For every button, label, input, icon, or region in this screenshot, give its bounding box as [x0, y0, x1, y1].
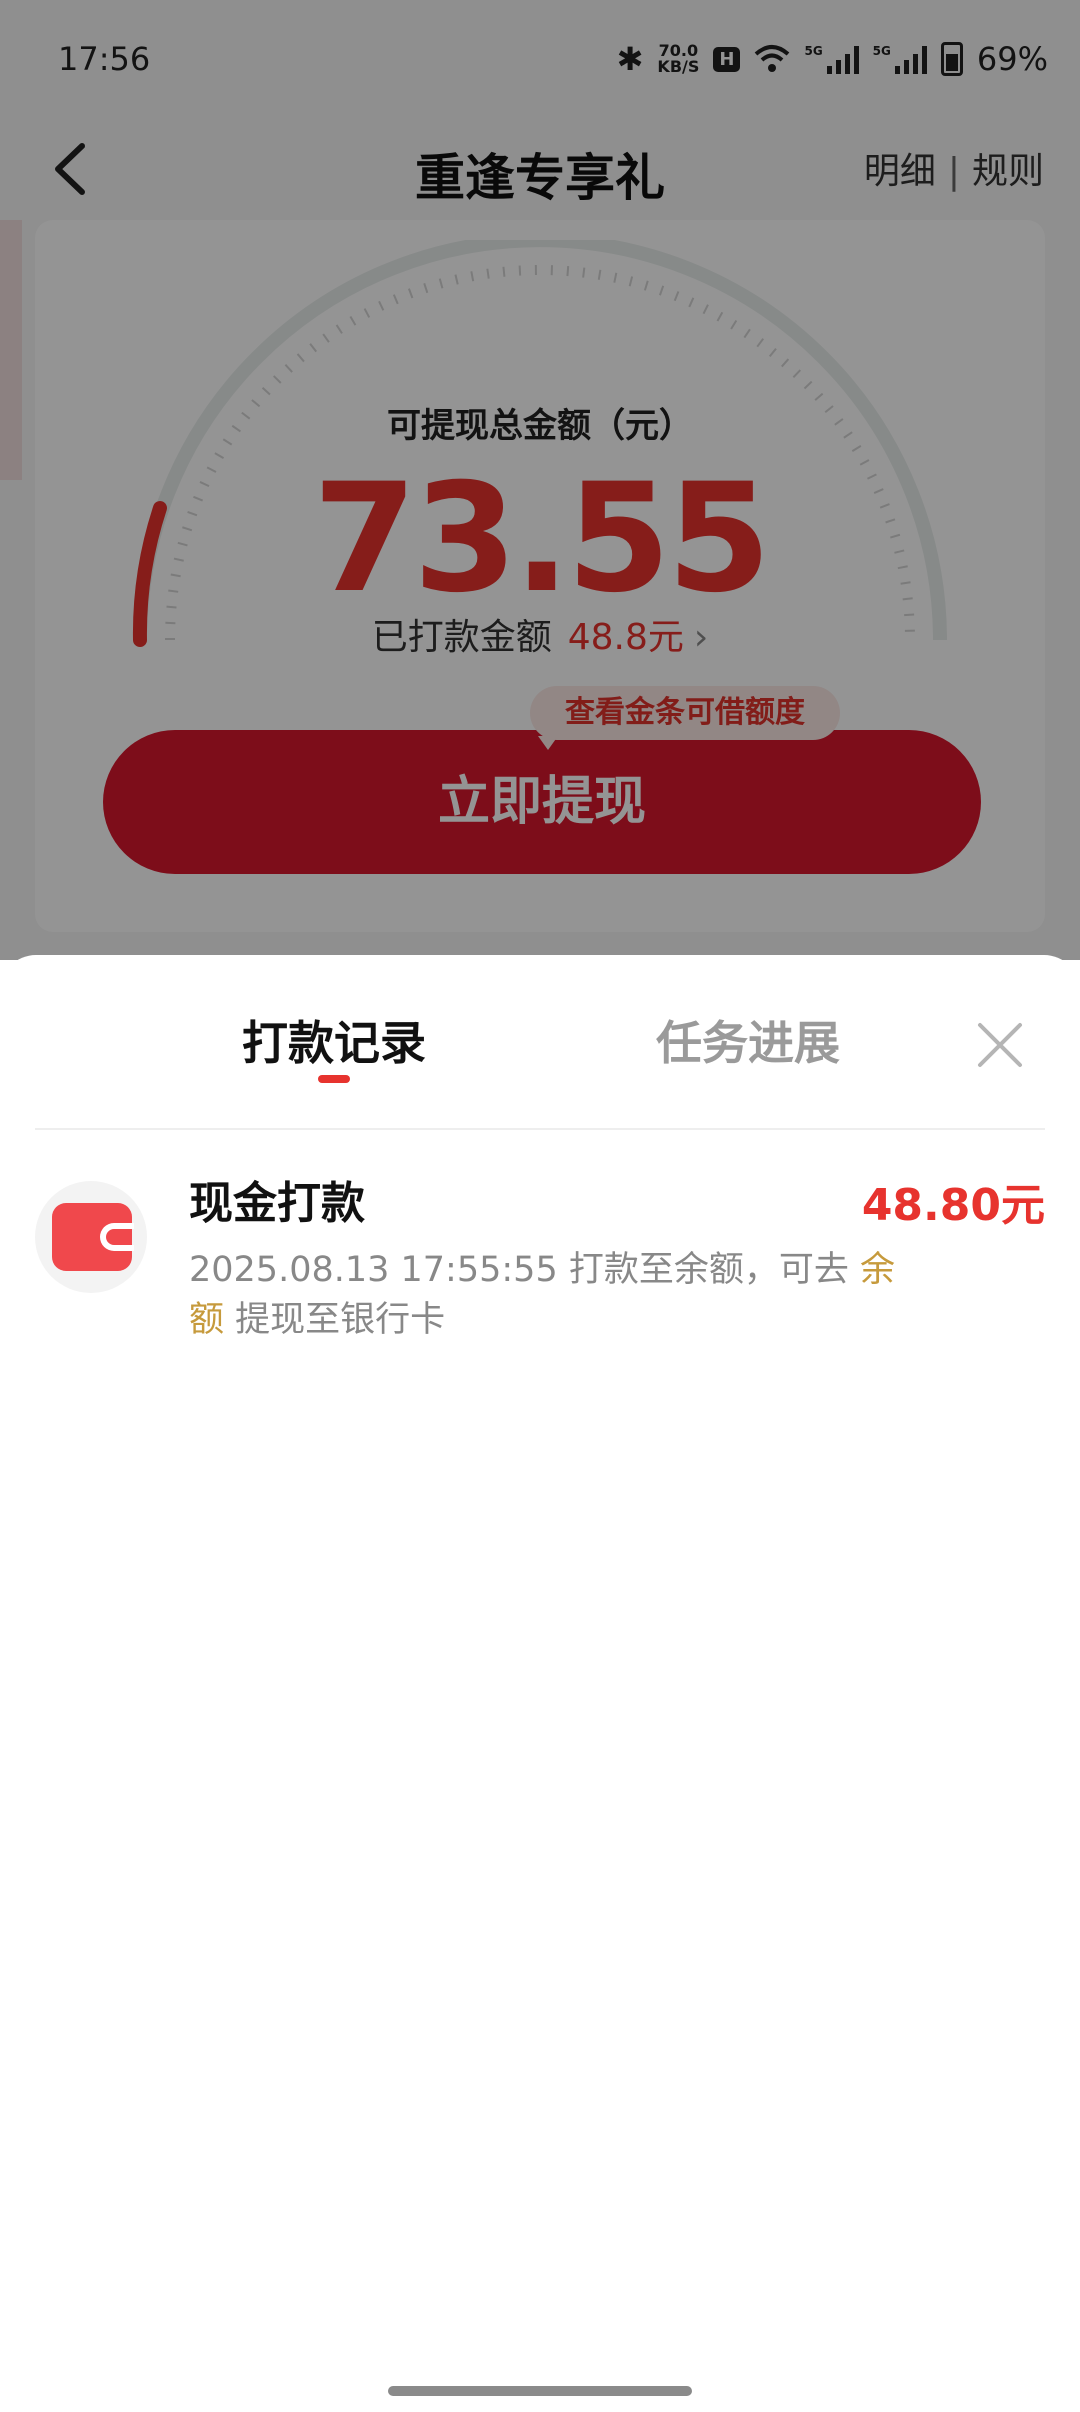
payment-records-sheet: 打款记录 任务进展 现金打款 48.80元 2025.08.13 17:55:5…: [0, 955, 1080, 2412]
dim-overlay[interactable]: [0, 0, 1080, 960]
close-icon[interactable]: [970, 1015, 1030, 1075]
record-title: 现金打款: [189, 1178, 365, 1229]
home-indicator[interactable]: [388, 2386, 692, 2396]
divider: [35, 1128, 1045, 1130]
avatar: [35, 1181, 147, 1293]
active-tab-indicator: [318, 1075, 350, 1083]
tab-payment-records[interactable]: 打款记录: [242, 1007, 426, 1073]
record-desc-text: 2025.08.13 17:55:55 打款至余额，可去: [189, 1250, 849, 1290]
record-desc-suffix: 提现至银行卡: [235, 1300, 446, 1340]
wallet-icon: [52, 1203, 134, 1271]
record-description: 2025.08.13 17:55:55 打款至余额，可去 余额 提现至银行卡: [189, 1245, 929, 1345]
tab-task-progress[interactable]: 任务进展: [656, 1007, 840, 1073]
list-item: 现金打款 48.80元 2025.08.13 17:55:55 打款至余额，可去…: [35, 1165, 1045, 1340]
record-amount: 48.80元: [861, 1180, 1045, 1231]
